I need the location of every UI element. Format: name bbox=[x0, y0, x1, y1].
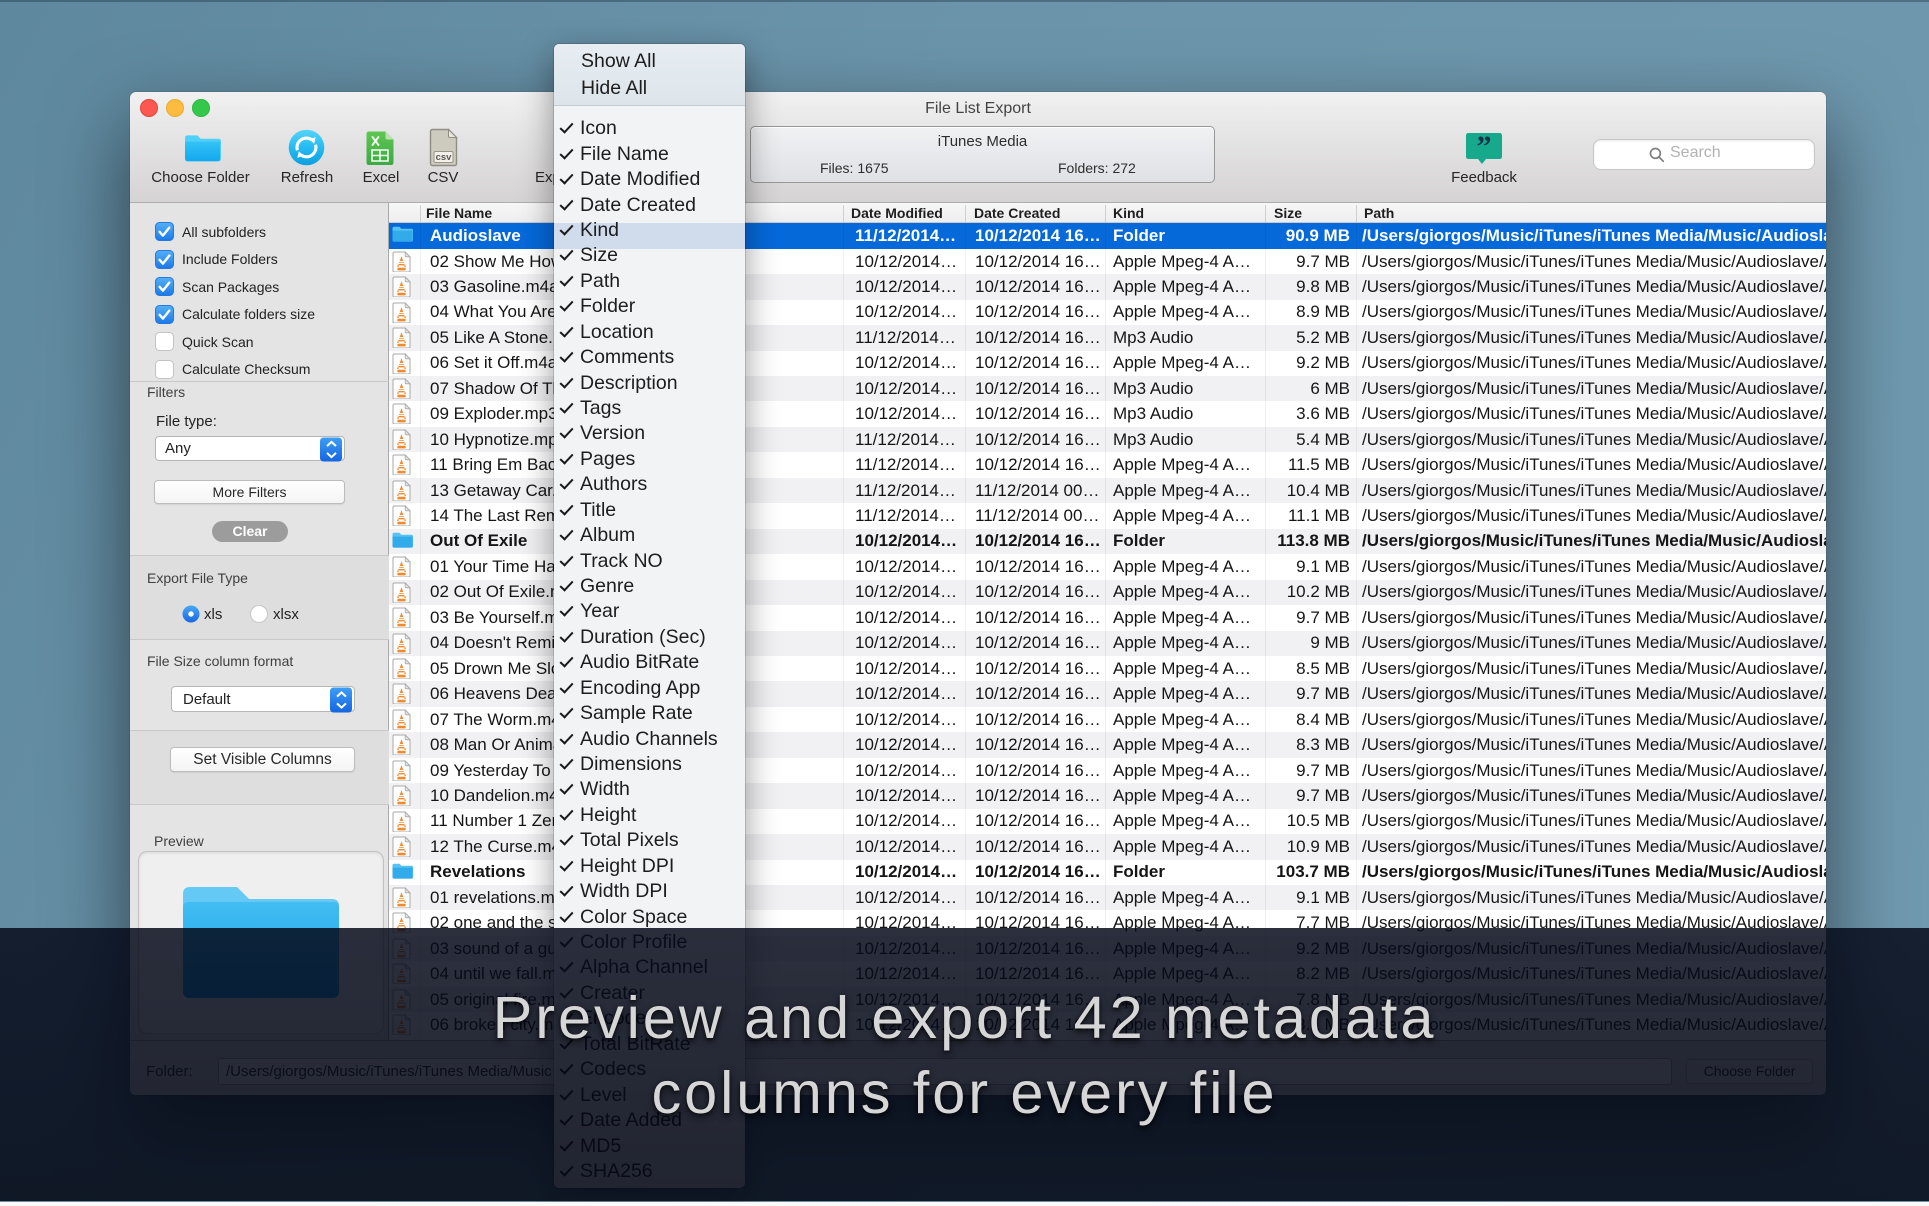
svg-text:csv: csv bbox=[436, 152, 453, 163]
svg-text:”: ” bbox=[1477, 132, 1492, 163]
